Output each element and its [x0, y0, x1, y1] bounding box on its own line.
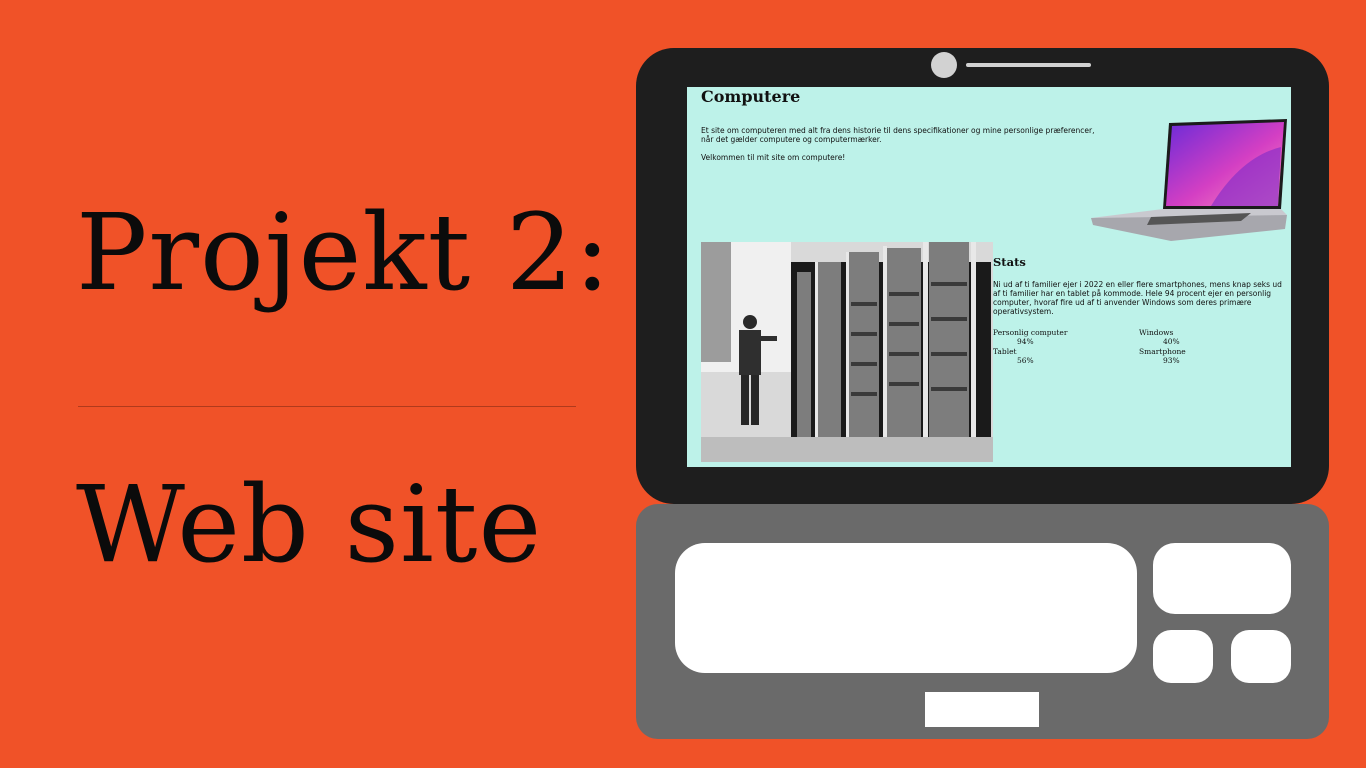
webcam-icon — [931, 52, 957, 78]
trackpad — [925, 692, 1039, 727]
stat-value: 40% — [1163, 337, 1180, 346]
site-welcome: Velkommen til mit site om computere! — [701, 153, 846, 162]
stat-label: Personlig computer — [993, 328, 1068, 337]
stat-label: Windows — [1139, 328, 1174, 337]
website-screen: Computere Et site om computeren med alt … — [687, 87, 1291, 467]
stat-value: 94% — [1017, 337, 1034, 346]
stat-windows: Windows 40% — [1139, 328, 1180, 346]
stat-label: Tablet — [993, 347, 1017, 356]
camera-bar — [966, 63, 1091, 67]
keyboard-key-small-right — [1231, 630, 1291, 683]
stat-value: 56% — [1017, 356, 1034, 365]
slide-title-line-2: Web site — [76, 463, 543, 586]
mainframe-computer-photo — [701, 242, 993, 462]
slide-title-line-1: Projekt 2: — [76, 191, 612, 314]
keyboard-key-small-left — [1153, 630, 1213, 683]
site-intro: Et site om computeren med alt fra dens h… — [701, 126, 1095, 144]
keyboard-key-medium — [1153, 543, 1291, 614]
stat-personal-computer: Personlig computer 94% — [993, 328, 1067, 346]
stat-label: Smartphone — [1139, 347, 1186, 356]
keyboard-key-large — [675, 543, 1137, 673]
stat-value: 93% — [1163, 356, 1180, 365]
stat-smartphone: Smartphone 93% — [1139, 347, 1186, 365]
site-title: Computere — [701, 87, 801, 106]
stats-title: Stats — [993, 255, 1026, 269]
laptop-image — [1091, 119, 1287, 241]
divider — [78, 406, 576, 407]
stat-tablet: Tablet 56% — [993, 347, 1034, 365]
stats-text: Ni ud af ti familier ejer i 2022 en elle… — [993, 280, 1282, 316]
